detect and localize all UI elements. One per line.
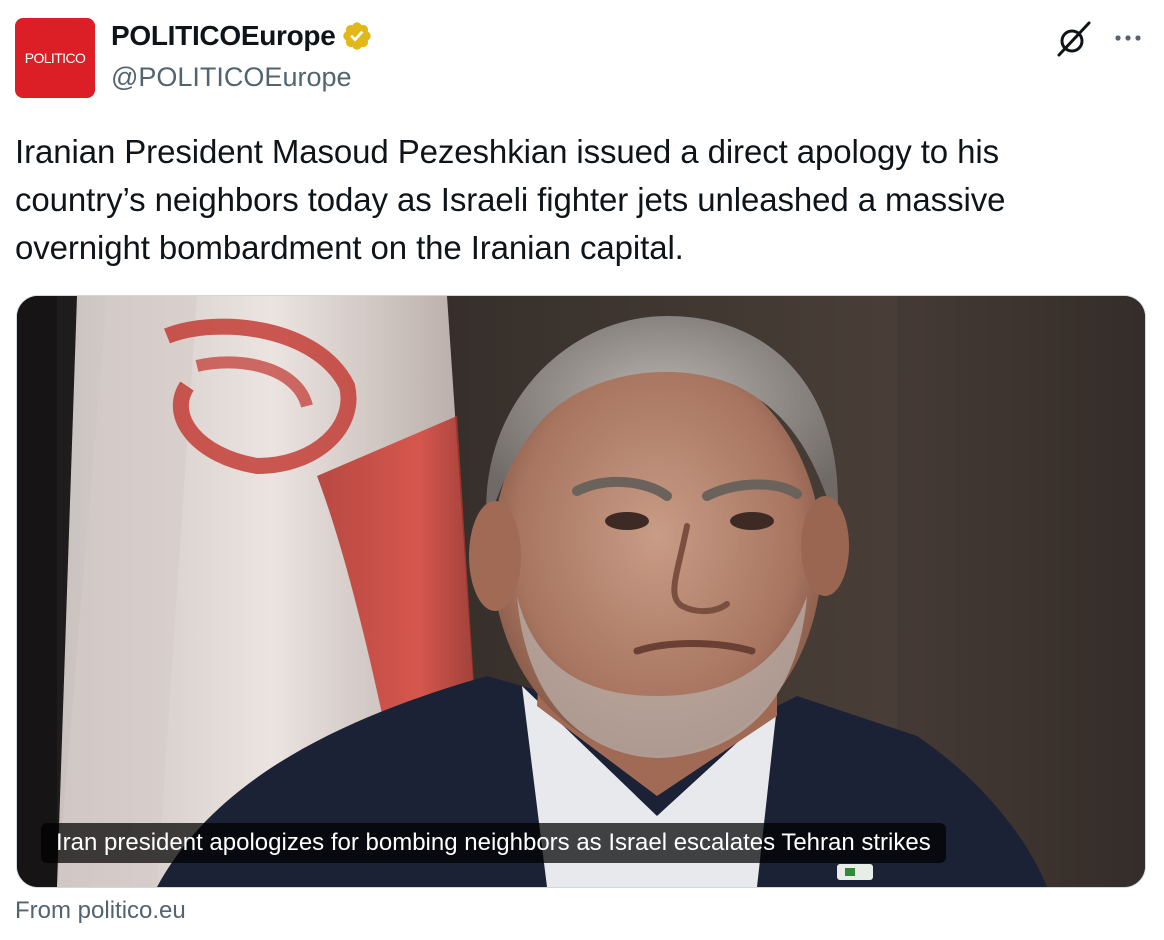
verified-badge-icon[interactable] <box>341 20 373 52</box>
link-card[interactable]: Iran president apologizes for bombing ne… <box>16 295 1146 888</box>
author-handle[interactable]: @POLITICOEurope <box>111 62 352 93</box>
grok-icon[interactable] <box>1054 20 1094 60</box>
display-name[interactable]: POLITICOEurope <box>111 20 336 52</box>
avatar[interactable]: POLITICO <box>15 18 95 98</box>
tweet: POLITICO POLITICOEurope @POLITICOEurope … <box>0 0 1164 940</box>
card-photo <box>17 296 1145 887</box>
card-title-overlay: Iran president apologizes for bombing ne… <box>41 823 946 863</box>
tweet-text: Iranian President Masoud Pezeshkian issu… <box>15 133 1006 266</box>
card-source-link[interactable]: From politico.eu <box>15 897 186 925</box>
avatar-logo-text: POLITICO <box>24 50 86 66</box>
author-name-row: POLITICOEurope <box>111 20 373 52</box>
more-icon[interactable] <box>1112 26 1144 50</box>
